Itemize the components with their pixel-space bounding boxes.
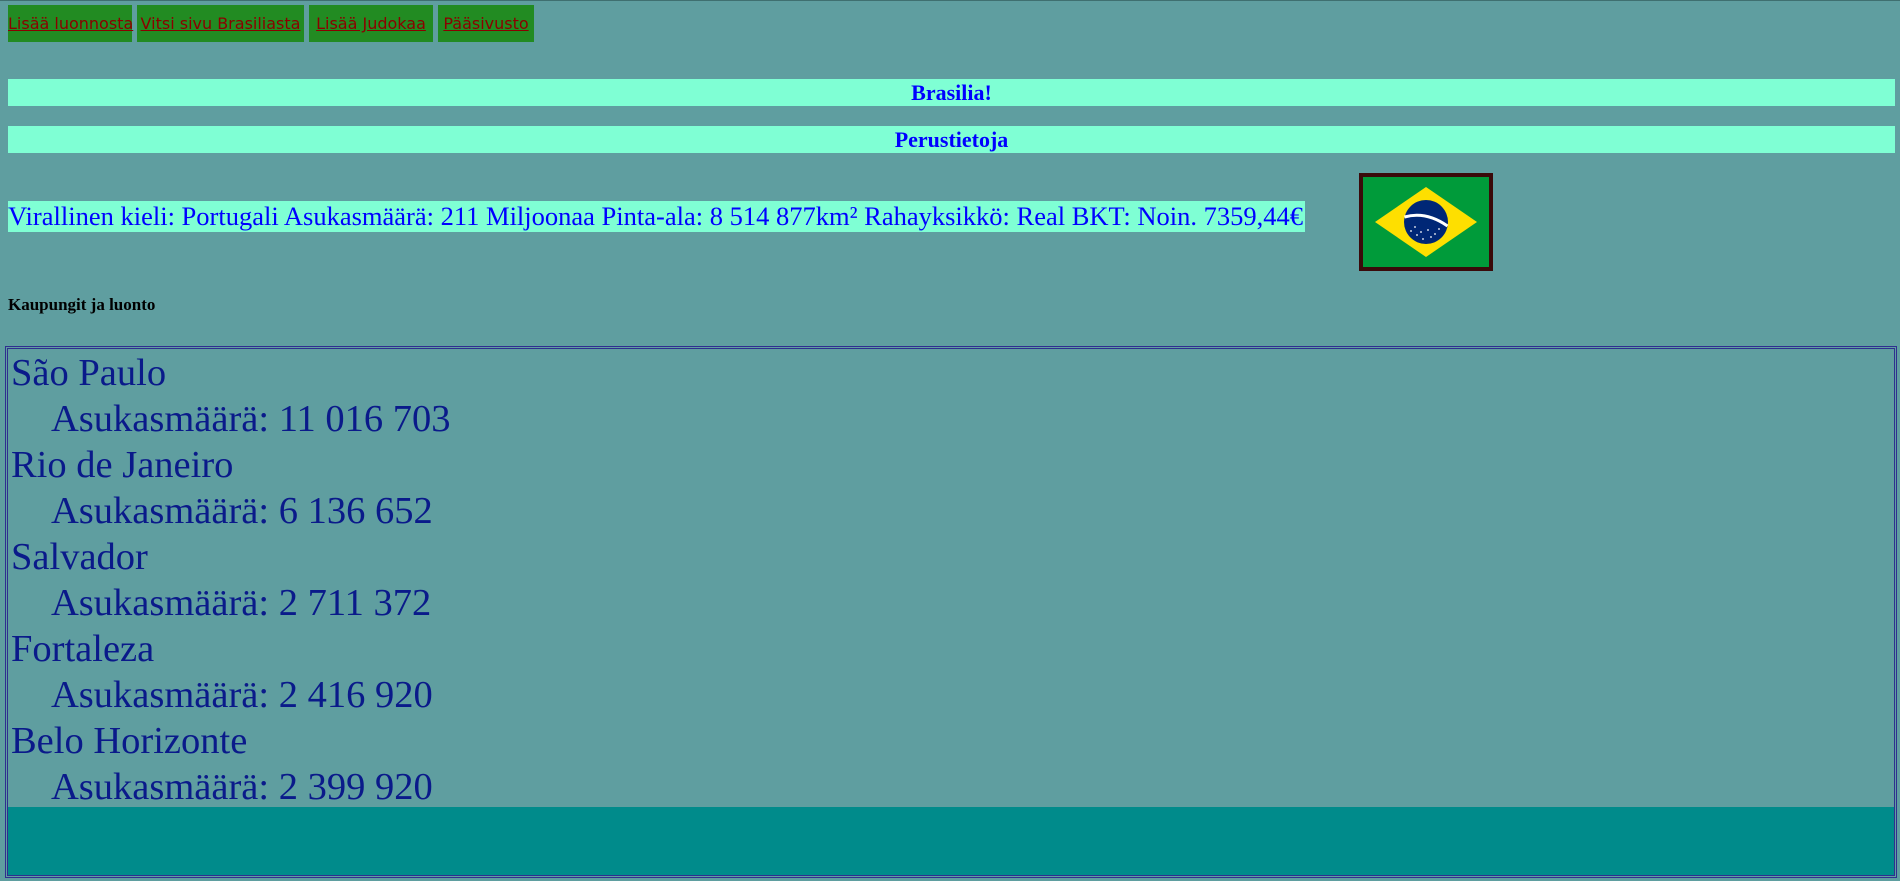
city-population: Asukasmäärä: 2 399 920 [51, 766, 433, 808]
basic-info-heading: Perustietoja [8, 126, 1895, 153]
city-name: Fortaleza [11, 628, 155, 670]
city-population: Asukasmäärä: 11 016 703 [51, 398, 451, 440]
frame-bottom-fill [8, 807, 1894, 875]
city-population: Asukasmäärä: 2 711 372 [51, 582, 432, 624]
top-navigation: Lisää luonnosta Vitsi sivu Brasiliasta L… [8, 5, 534, 42]
city-population: Asukasmäärä: 6 136 652 [51, 490, 433, 532]
cities-frame[interactable]: São Paulo Asukasmäärä: 11 016 703 Rio de… [5, 346, 1897, 878]
cities-section-heading: Kaupungit ja luonto [8, 295, 156, 314]
page-title: Brasilia! [8, 79, 1895, 106]
city-population: Asukasmäärä: 2 416 920 [51, 674, 433, 716]
top-border [0, 0, 1900, 1]
nav-link-joke-page[interactable]: Vitsi sivu Brasiliasta [137, 5, 304, 42]
nav-link-nature[interactable]: Lisää luonnosta [8, 5, 133, 42]
city-name: Rio de Janeiro [11, 444, 234, 486]
city-name: São Paulo [11, 352, 167, 394]
nav-link-main-site[interactable]: Pääsivusto [438, 5, 534, 42]
basic-facts-text: Virallinen kieli: Portugali Asukasmäärä:… [8, 201, 1306, 232]
city-name: Salvador [11, 536, 148, 578]
nav-link-judo[interactable]: Lisää Judokaa [309, 5, 433, 42]
brazil-flag-icon [1359, 173, 1493, 271]
cities-list: São Paulo Asukasmäärä: 11 016 703 Rio de… [11, 350, 451, 810]
city-name: Belo Horizonte [11, 720, 248, 762]
